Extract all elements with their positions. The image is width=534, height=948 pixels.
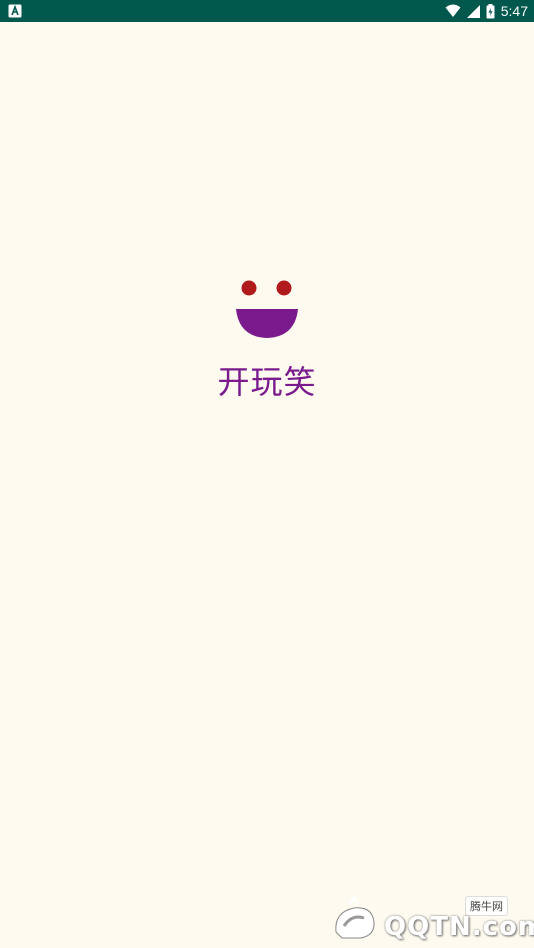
- notification-icon: [8, 4, 22, 18]
- smiley-icon: [236, 280, 298, 338]
- qqtn-logo-icon: [335, 896, 375, 939]
- watermark-text: QQTN.com: [384, 912, 534, 942]
- battery-icon: [486, 3, 495, 18]
- watermark: 腾牛网 QQTN.com: [328, 896, 534, 944]
- status-bar: 5:47: [0, 0, 534, 22]
- status-time: 5:47: [500, 3, 528, 19]
- signal-icon: [466, 4, 480, 18]
- app-name: 开玩笑: [217, 363, 317, 401]
- status-icons: 5:47: [445, 0, 528, 22]
- splash-logo: 开玩笑: [0, 275, 534, 405]
- wifi-icon: [445, 4, 461, 17]
